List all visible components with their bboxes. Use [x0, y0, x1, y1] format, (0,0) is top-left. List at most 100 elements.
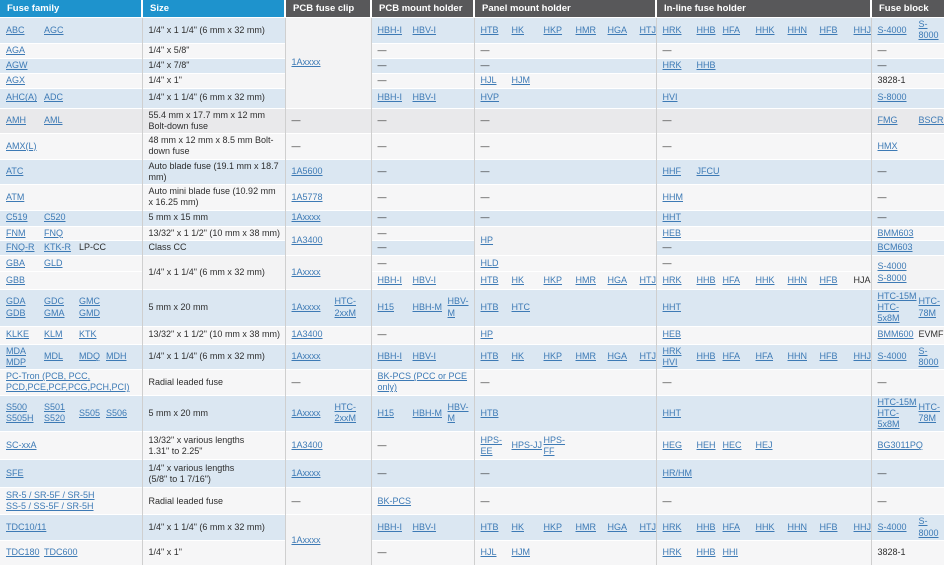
part-link[interactable]: FNQ-R [6, 242, 44, 253]
part-link[interactable]: HHT [663, 408, 697, 419]
part-link[interactable]: 1Axxxx [292, 535, 335, 546]
part-link[interactable]: HFB [820, 522, 854, 533]
part-link[interactable]: HP [481, 235, 512, 246]
part-link[interactable]: HEC [723, 440, 756, 451]
part-link[interactable]: HHI [723, 547, 756, 558]
part-link[interactable]: HHJ [854, 25, 872, 36]
part-link[interactable]: HTC-2xxM [335, 296, 369, 319]
part-link[interactable]: HBH-I [378, 522, 413, 533]
part-link[interactable]: HBH-I [378, 351, 413, 362]
part-link[interactable]: HBH-M [413, 408, 448, 419]
part-link[interactable]: KLKE [6, 329, 44, 340]
part-link[interactable]: HHB [697, 522, 723, 533]
part-link[interactable]: S501 S520 [44, 402, 79, 425]
part-link[interactable]: S-4000 [878, 351, 919, 362]
part-link[interactable]: HPS-JJ [512, 440, 544, 451]
part-link[interactable]: HTC [512, 302, 544, 313]
part-link[interactable]: S506 [106, 408, 140, 419]
part-link[interactable]: HRK [663, 25, 697, 36]
part-link[interactable]: 1A3400 [292, 329, 335, 340]
part-link[interactable]: HJL [481, 75, 512, 86]
part-link[interactable]: KTK-R [44, 242, 79, 253]
part-link[interactable]: FMG [878, 115, 919, 126]
part-link[interactable]: HR/HM [663, 468, 697, 479]
part-link[interactable]: BMM600 [878, 329, 919, 340]
part-link[interactable]: HTJ [640, 275, 657, 286]
part-link[interactable]: HHK [756, 275, 788, 286]
part-link[interactable]: SC-xxA [6, 440, 44, 451]
part-link[interactable]: HTJ [640, 351, 657, 362]
part-link[interactable]: ATM [6, 192, 44, 203]
part-link[interactable]: HRK [663, 547, 697, 558]
part-link[interactable]: JFCU [697, 166, 723, 177]
part-link[interactable]: S505 [79, 408, 106, 419]
part-link[interactable]: HEH [697, 440, 723, 451]
part-link[interactable]: HMR [576, 25, 608, 36]
part-link[interactable]: BG3011PQ [878, 440, 919, 451]
part-link[interactable]: HEJ [756, 440, 788, 451]
part-link[interactable]: HBV-I [413, 522, 448, 533]
part-link[interactable]: MDH [106, 351, 140, 362]
part-link[interactable]: HHB [697, 351, 723, 362]
part-link[interactable]: HBH-I [378, 92, 413, 103]
part-link[interactable]: 1Axxxx [292, 57, 335, 68]
part-link[interactable]: HBV-M [448, 296, 472, 319]
part-link[interactable]: 1A3400 [292, 235, 335, 246]
part-link[interactable]: PC-Tron (PCB, PCC, PCD,PCE,PCF,PCG,PCH,P… [6, 371, 140, 394]
part-link[interactable]: HRK [663, 60, 697, 71]
part-link[interactable]: HKP [544, 351, 576, 362]
part-link[interactable]: ATC [6, 166, 44, 177]
part-link[interactable]: S-4000 [878, 522, 919, 533]
part-link[interactable]: HHB [697, 547, 723, 558]
part-link[interactable]: HGA [608, 351, 640, 362]
part-link[interactable]: GMC GMD [79, 296, 106, 319]
part-link[interactable]: S-8000 [919, 346, 943, 369]
part-link[interactable]: TDC180 [6, 547, 44, 558]
part-link[interactable]: HEG [663, 440, 697, 451]
part-link[interactable]: HMX [878, 141, 919, 152]
part-link[interactable]: HJM [512, 75, 544, 86]
part-link[interactable]: HHK [756, 25, 788, 36]
part-link[interactable]: S-8000 [919, 19, 943, 42]
part-link[interactable]: HTB [481, 522, 512, 533]
part-link[interactable]: HK [512, 25, 544, 36]
part-link[interactable]: S-4000 [878, 261, 943, 272]
part-link[interactable]: GBA [6, 258, 44, 269]
part-link[interactable]: HHN [788, 25, 820, 36]
part-link[interactable]: HTB [481, 408, 512, 419]
part-link[interactable]: S-4000 [878, 25, 919, 36]
part-link[interactable]: HK [512, 522, 544, 533]
part-link[interactable]: HKP [544, 275, 576, 286]
part-link[interactable]: HLD [481, 258, 512, 269]
part-link[interactable]: HGA [608, 522, 640, 533]
part-link[interactable]: HHB [697, 275, 723, 286]
part-link[interactable]: HHN [788, 275, 820, 286]
part-link[interactable]: HTB [481, 351, 512, 362]
part-link[interactable]: FNQ [44, 228, 79, 239]
part-link[interactable]: HTC-15M HTC-5x8M [878, 291, 919, 325]
part-link[interactable]: HRK [663, 522, 697, 533]
part-link[interactable]: HTJ [640, 25, 657, 36]
part-link[interactable]: HP [481, 329, 512, 340]
part-link[interactable]: BK-PCS (PCC or PCE only) [378, 371, 472, 394]
part-link[interactable]: H15 [378, 302, 413, 313]
part-link[interactable]: AML [44, 115, 79, 126]
part-link[interactable]: HHT [663, 212, 697, 223]
part-link[interactable]: S-8000 [878, 273, 943, 284]
part-link[interactable]: 1Axxxx [292, 302, 335, 313]
part-link[interactable]: 1A3400 [292, 440, 335, 451]
part-link[interactable]: 1Axxxx [292, 468, 335, 479]
part-link[interactable]: HBV-I [413, 92, 448, 103]
part-link[interactable]: AMH [6, 115, 44, 126]
part-link[interactable]: GDA GDB [6, 296, 44, 319]
part-link[interactable]: HTB [481, 25, 512, 36]
part-link[interactable]: HBH-I [378, 25, 413, 36]
part-link[interactable]: ADC [44, 92, 79, 103]
part-link[interactable]: HRK [663, 275, 697, 286]
part-link[interactable]: HKP [544, 522, 576, 533]
part-link[interactable]: HJM [512, 547, 544, 558]
part-link[interactable]: 1Axxxx [292, 351, 335, 362]
part-link[interactable]: HJL [481, 547, 512, 558]
part-link[interactable]: HHF [663, 166, 697, 177]
part-link[interactable]: HHT [663, 302, 697, 313]
